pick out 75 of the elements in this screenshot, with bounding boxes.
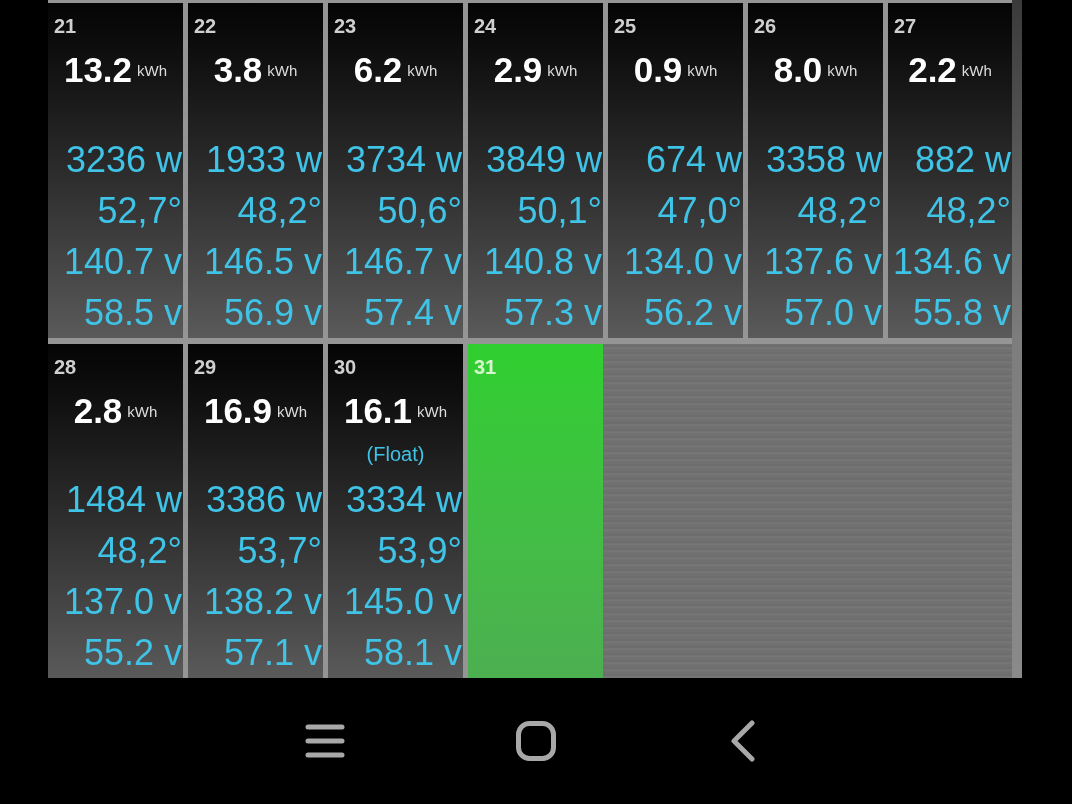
day-number: 23 [334,16,357,36]
temperature-reading: 48,2° [97,529,182,573]
energy-unit: kWh [137,63,168,78]
power-reading: 674 w [645,138,742,182]
energy-value: 16.9 [203,393,273,428]
temperature-reading: 48,2° [797,189,882,233]
temperature-reading: 48,2° [237,189,322,233]
temperature-reading: 53,7° [237,529,322,573]
voltage-reading: 138.2 v [203,580,322,624]
energy-unit: kWh [961,63,992,78]
power-reading: 3386 w [205,478,322,522]
energy-value: 2.2 [908,52,957,87]
energy-unit: kWh [827,63,858,78]
temperature-reading: 53,9° [377,529,462,573]
power-reading: 1933 w [205,138,322,182]
voltage-reading: 56.2 v [643,291,742,335]
home-icon[interactable] [516,721,556,761]
voltage-reading: 137.6 v [763,240,882,284]
temperature-reading: 48,2° [926,189,1011,233]
energy-value: 13.2 [63,52,133,87]
day-number: 31 [474,357,497,377]
voltage-reading: 55.2 v [83,631,182,675]
power-reading: 3236 w [65,138,182,182]
back-icon[interactable] [730,720,756,762]
power-reading: 3849 w [485,138,602,182]
energy-value: 6.2 [353,52,403,87]
day-number: 28 [54,357,77,377]
voltage-reading: 55.8 v [912,291,1011,335]
voltage-reading: 146.7 v [343,240,462,284]
temperature-reading: 50,1° [517,189,602,233]
temperature-reading: 52,7° [97,189,182,233]
voltage-reading: 57.1 v [223,631,322,675]
voltage-reading: 57.0 v [783,291,882,335]
energy-unit: kWh [417,404,448,419]
power-reading: 3334 w [345,478,462,522]
voltage-reading: 145.0 v [343,580,462,624]
energy-value: 0.9 [633,52,683,87]
day-number: 22 [194,16,217,36]
voltage-reading: 57.4 v [363,291,462,335]
day-number: 24 [474,16,497,36]
energy-unit: kWh [547,63,578,78]
power-reading: 3358 w [765,138,882,182]
energy-unit: kWh [277,404,308,419]
voltage-reading: 134.6 v [892,240,1011,284]
temperature-reading: 47,0° [657,189,742,233]
menu-icon[interactable] [305,724,345,758]
energy-value: 2.8 [73,393,123,428]
day-number: 30 [334,357,357,377]
power-reading: 1484 w [65,478,182,522]
day-number: 21 [54,16,77,36]
voltage-reading: 56.9 v [223,291,322,335]
power-reading: 882 w [914,138,1011,182]
voltage-reading: 146.5 v [203,240,322,284]
voltage-reading: 58.1 v [363,631,462,675]
day-number: 25 [614,16,637,36]
energy-value: 3.8 [213,52,263,87]
energy-value: 2.9 [493,52,543,87]
day-number: 29 [194,357,217,377]
voltage-reading: 140.7 v [63,240,182,284]
energy-unit: kWh [407,63,438,78]
status-text: (Float) [366,444,425,464]
energy-value: 8.0 [773,52,823,87]
voltage-reading: 58.5 v [83,291,182,335]
energy-unit: kWh [687,63,718,78]
energy-value: 16.1 [343,393,413,428]
energy-unit: kWh [127,404,158,419]
temperature-reading: 50,6° [377,189,462,233]
voltage-reading: 134.0 v [623,240,742,284]
voltage-reading: 137.0 v [63,580,182,624]
voltage-reading: 140.8 v [483,240,602,284]
power-reading: 3734 w [345,138,462,182]
day-number: 27 [894,16,917,36]
energy-unit: kWh [267,63,298,78]
day-number: 26 [754,16,777,36]
voltage-reading: 57.3 v [503,291,602,335]
